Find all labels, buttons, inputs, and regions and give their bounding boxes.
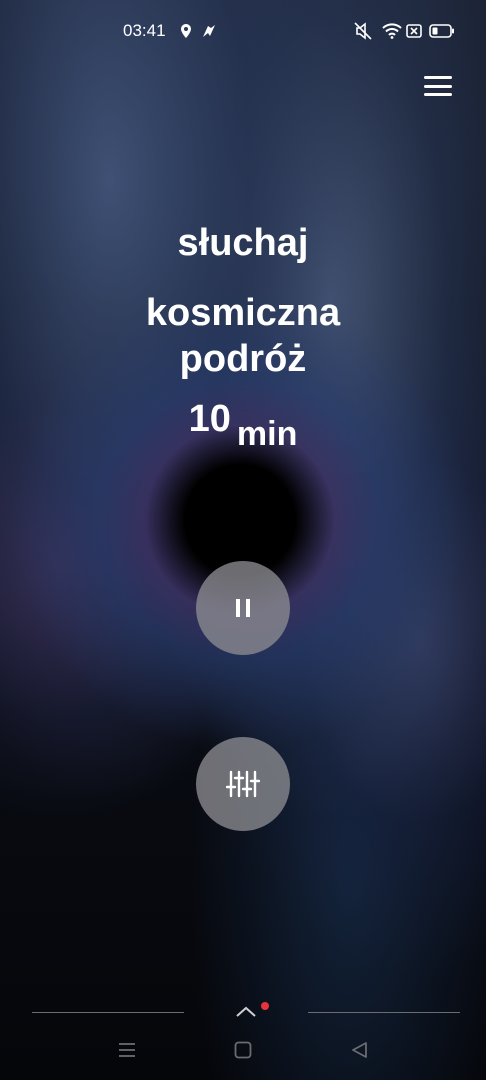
pause-icon xyxy=(236,599,250,617)
divider-right xyxy=(308,1012,460,1013)
divider-left xyxy=(32,1012,184,1013)
location-icon xyxy=(180,20,192,42)
pause-button[interactable] xyxy=(196,561,290,655)
chevron-up-icon[interactable] xyxy=(234,1003,258,1019)
player-screen: 03:41 słuchaj kosmiczna podróż 10 min xyxy=(0,0,486,1080)
status-bar: 03:41 xyxy=(0,0,486,64)
duration-unit: min xyxy=(236,415,298,453)
track-title: kosmiczna podróż xyxy=(145,292,341,380)
home-icon[interactable] xyxy=(233,1040,253,1065)
recent-apps-icon[interactable] xyxy=(117,1040,137,1065)
sim-off-icon xyxy=(405,20,423,42)
battery-icon xyxy=(428,20,456,42)
notification-dot xyxy=(261,1002,269,1010)
status-time: 03:41 xyxy=(123,21,166,40)
app-notification-icon xyxy=(200,20,218,42)
back-icon[interactable] xyxy=(350,1040,370,1065)
duration: 10 min xyxy=(0,398,486,453)
mute-icon xyxy=(352,20,374,42)
hamburger-menu-icon[interactable] xyxy=(424,74,452,98)
sliders-icon xyxy=(226,770,260,798)
duration-value: 10 xyxy=(188,398,231,440)
wifi-icon xyxy=(381,20,403,42)
mode-label: słuchaj xyxy=(177,222,309,264)
sound-mixer-button[interactable] xyxy=(196,737,290,831)
